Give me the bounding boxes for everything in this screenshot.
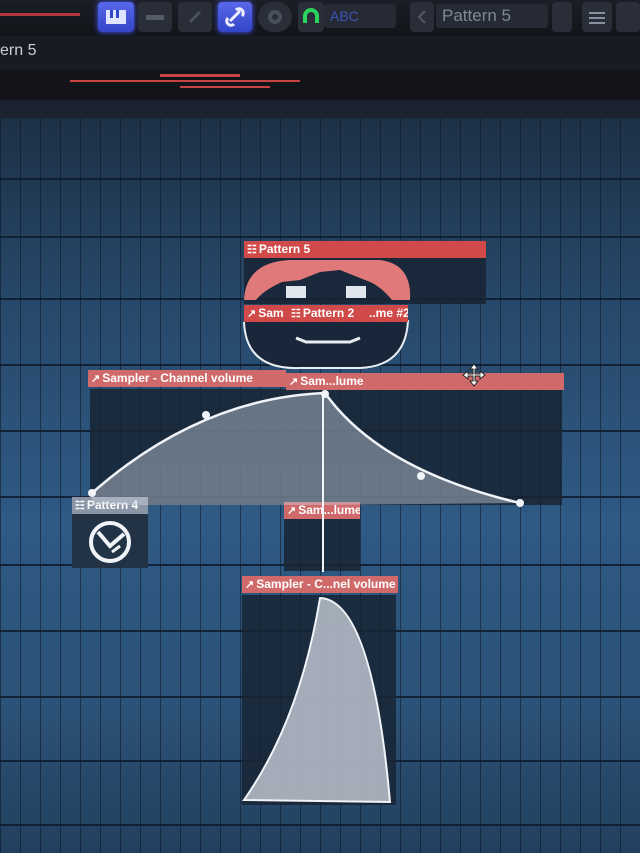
legs-envelope	[242, 596, 392, 804]
automation-point[interactable]	[417, 472, 425, 480]
envelope-fill-left	[92, 393, 325, 505]
automation-point[interactable]	[321, 390, 329, 398]
pattern4-preview-icon	[89, 521, 131, 563]
automation-curves	[88, 363, 524, 804]
fl-studio-window: ABC Pattern 5 ern 5 ☷ Pattern 5 ↗ Sam ☷ …	[0, 0, 640, 853]
envelope-fill-right	[325, 393, 520, 505]
automation-point[interactable]	[516, 499, 524, 507]
automation-point[interactable]	[202, 411, 210, 419]
move-cursor-icon	[462, 363, 486, 387]
automation-point[interactable]	[88, 489, 96, 497]
